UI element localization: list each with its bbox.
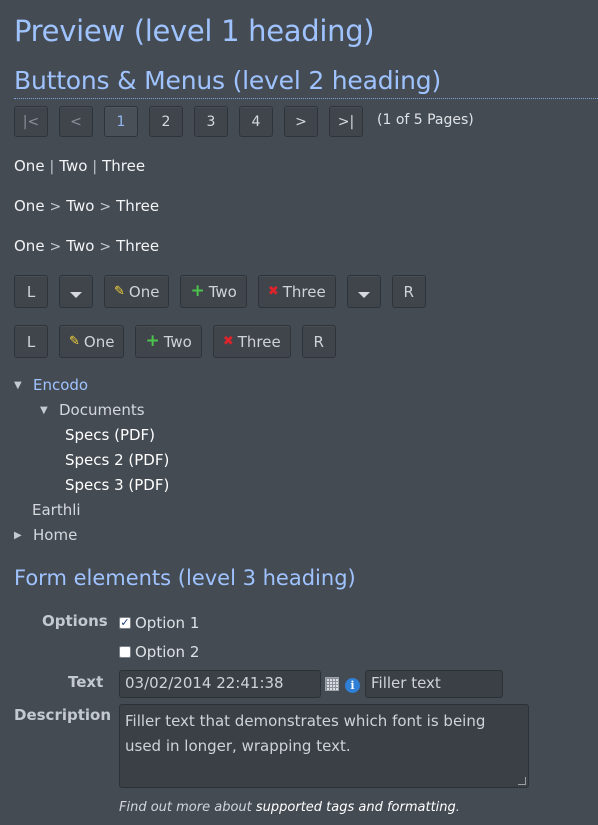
- tree-node-encodo[interactable]: ▼ Encodo: [14, 376, 88, 394]
- chevron-down-icon: [357, 291, 370, 298]
- plus-icon: +: [190, 281, 205, 301]
- right-button[interactable]: R: [391, 275, 426, 308]
- description-textarea[interactable]: Filler text that demonstrates which font…: [119, 704, 529, 788]
- tree-node-specs-2[interactable]: Specs 2 (PDF): [65, 451, 169, 469]
- right-button[interactable]: R: [301, 325, 336, 358]
- breadcrumb-item[interactable]: One: [14, 157, 45, 175]
- two-button[interactable]: + Two: [180, 275, 247, 308]
- dropdown-button[interactable]: [59, 275, 93, 308]
- pager-page-2-button[interactable]: 2: [149, 106, 183, 137]
- tree-node-earthli[interactable]: Earthli: [32, 501, 81, 519]
- pager: |< < 1 2 3 4 > >| (1 of 5 Pages): [14, 106, 474, 137]
- breadcrumb-item[interactable]: One: [14, 197, 45, 215]
- button-group-1: L ✎ One + Two ✖ Three R: [14, 275, 437, 308]
- breadcrumb-arrow-2: One > Two > Three: [14, 237, 159, 255]
- options-label: Options: [42, 612, 108, 630]
- pager-last-button[interactable]: >|: [329, 106, 363, 137]
- option-1-row[interactable]: ✓ Option 1: [119, 614, 199, 632]
- text-label: Text: [68, 673, 104, 691]
- option-1-checkbox[interactable]: ✓: [119, 617, 131, 629]
- pager-page-4-button[interactable]: 4: [239, 106, 273, 137]
- left-button[interactable]: L: [14, 275, 48, 308]
- three-button[interactable]: ✖ Three: [212, 325, 291, 358]
- breadcrumb-separator: >: [99, 239, 112, 255]
- tree-node-label[interactable]: Specs (PDF): [65, 426, 155, 444]
- one-button[interactable]: ✎ One: [59, 325, 125, 358]
- info-icon[interactable]: i: [345, 678, 360, 693]
- pager-prev-button[interactable]: <: [59, 106, 93, 137]
- tree-node-home[interactable]: ▶ Home: [14, 526, 77, 544]
- breadcrumb-item[interactable]: Three: [102, 157, 145, 175]
- delete-x-icon: ✖: [267, 284, 279, 299]
- formatting-note: Find out more about supported tags and f…: [119, 800, 460, 815]
- breadcrumb-separator: |: [49, 159, 55, 175]
- one-button[interactable]: ✎ One: [104, 275, 170, 308]
- delete-x-icon: ✖: [222, 334, 234, 349]
- pager-first-button[interactable]: |<: [14, 106, 48, 137]
- tree-node-specs[interactable]: Specs (PDF): [65, 426, 155, 444]
- description-label: Description: [14, 706, 112, 724]
- pencil-icon: ✎: [114, 284, 125, 299]
- breadcrumb-pipe: One | Two | Three: [14, 157, 145, 175]
- page-title: Preview (level 1 heading): [14, 14, 375, 48]
- three-button-label: Three: [282, 282, 326, 301]
- breadcrumb-item[interactable]: Three: [116, 237, 159, 255]
- breadcrumb-item[interactable]: Two: [66, 197, 94, 215]
- breadcrumb-item[interactable]: Two: [66, 237, 94, 255]
- pager-page-1-button[interactable]: 1: [104, 106, 138, 137]
- breadcrumb-arrow: One > Two > Three: [14, 197, 159, 215]
- two-button-label: Two: [163, 332, 192, 351]
- tree-node-label[interactable]: Earthli: [32, 501, 81, 519]
- tree-node-label[interactable]: Encodo: [33, 376, 88, 394]
- tree-node-documents[interactable]: ▼ Documents: [40, 401, 145, 419]
- description-text: Filler text that demonstrates which font…: [125, 712, 486, 755]
- resize-handle-icon[interactable]: [518, 777, 526, 785]
- two-button-label: Two: [208, 282, 237, 301]
- tree-node-label[interactable]: Home: [33, 526, 77, 544]
- left-button[interactable]: L: [14, 325, 48, 358]
- one-button-label: One: [83, 332, 115, 351]
- tree-node-label[interactable]: Specs 2 (PDF): [65, 451, 169, 469]
- expanded-triangle-icon[interactable]: ▼: [14, 380, 26, 391]
- pencil-icon: ✎: [69, 334, 80, 349]
- three-button[interactable]: ✖ Three: [257, 275, 336, 308]
- calendar-icon[interactable]: [325, 677, 339, 691]
- chevron-down-icon: [70, 291, 82, 298]
- expanded-triangle-icon[interactable]: ▼: [40, 405, 52, 416]
- formatting-help-link[interactable]: supported tags and formatting: [256, 800, 456, 815]
- breadcrumb-item[interactable]: One: [14, 237, 45, 255]
- breadcrumb-separator: >: [49, 239, 62, 255]
- dropdown-button-2[interactable]: [346, 275, 381, 308]
- note-suffix: .: [455, 800, 460, 815]
- breadcrumb-item[interactable]: Three: [116, 197, 159, 215]
- pager-info: (1 of 5 Pages): [377, 112, 474, 128]
- pager-next-button[interactable]: >: [284, 106, 318, 137]
- breadcrumb-item[interactable]: Two: [59, 157, 87, 175]
- collapsed-triangle-icon[interactable]: ▶: [14, 530, 26, 541]
- tree-node-specs-3[interactable]: Specs 3 (PDF): [65, 476, 169, 494]
- button-group-2: L ✎ One + Two ✖ Three R: [14, 325, 347, 358]
- option-2-checkbox[interactable]: [119, 646, 131, 658]
- date-input[interactable]: 03/02/2014 22:41:38: [119, 670, 321, 698]
- three-button-label: Three: [237, 332, 281, 351]
- tree-node-label[interactable]: Documents: [59, 401, 145, 419]
- one-button-label: One: [128, 282, 160, 301]
- breadcrumb-separator: |: [92, 159, 98, 175]
- option-2-label[interactable]: Option 2: [135, 643, 199, 661]
- section-heading-buttons: Buttons & Menus (level 2 heading): [14, 66, 598, 99]
- filler-text-input[interactable]: Filler text: [365, 670, 503, 698]
- section-heading-form: Form elements (level 3 heading): [14, 566, 356, 590]
- pager-page-3-button[interactable]: 3: [194, 106, 228, 137]
- option-1-label[interactable]: Option 1: [135, 614, 199, 632]
- option-2-row[interactable]: Option 2: [119, 643, 199, 661]
- breadcrumb-separator: >: [99, 199, 112, 215]
- two-button[interactable]: + Two: [135, 325, 202, 358]
- plus-icon: +: [145, 331, 160, 351]
- tree-node-label[interactable]: Specs 3 (PDF): [65, 476, 169, 494]
- breadcrumb-separator: >: [49, 199, 62, 215]
- note-prefix: Find out more about: [119, 800, 256, 815]
